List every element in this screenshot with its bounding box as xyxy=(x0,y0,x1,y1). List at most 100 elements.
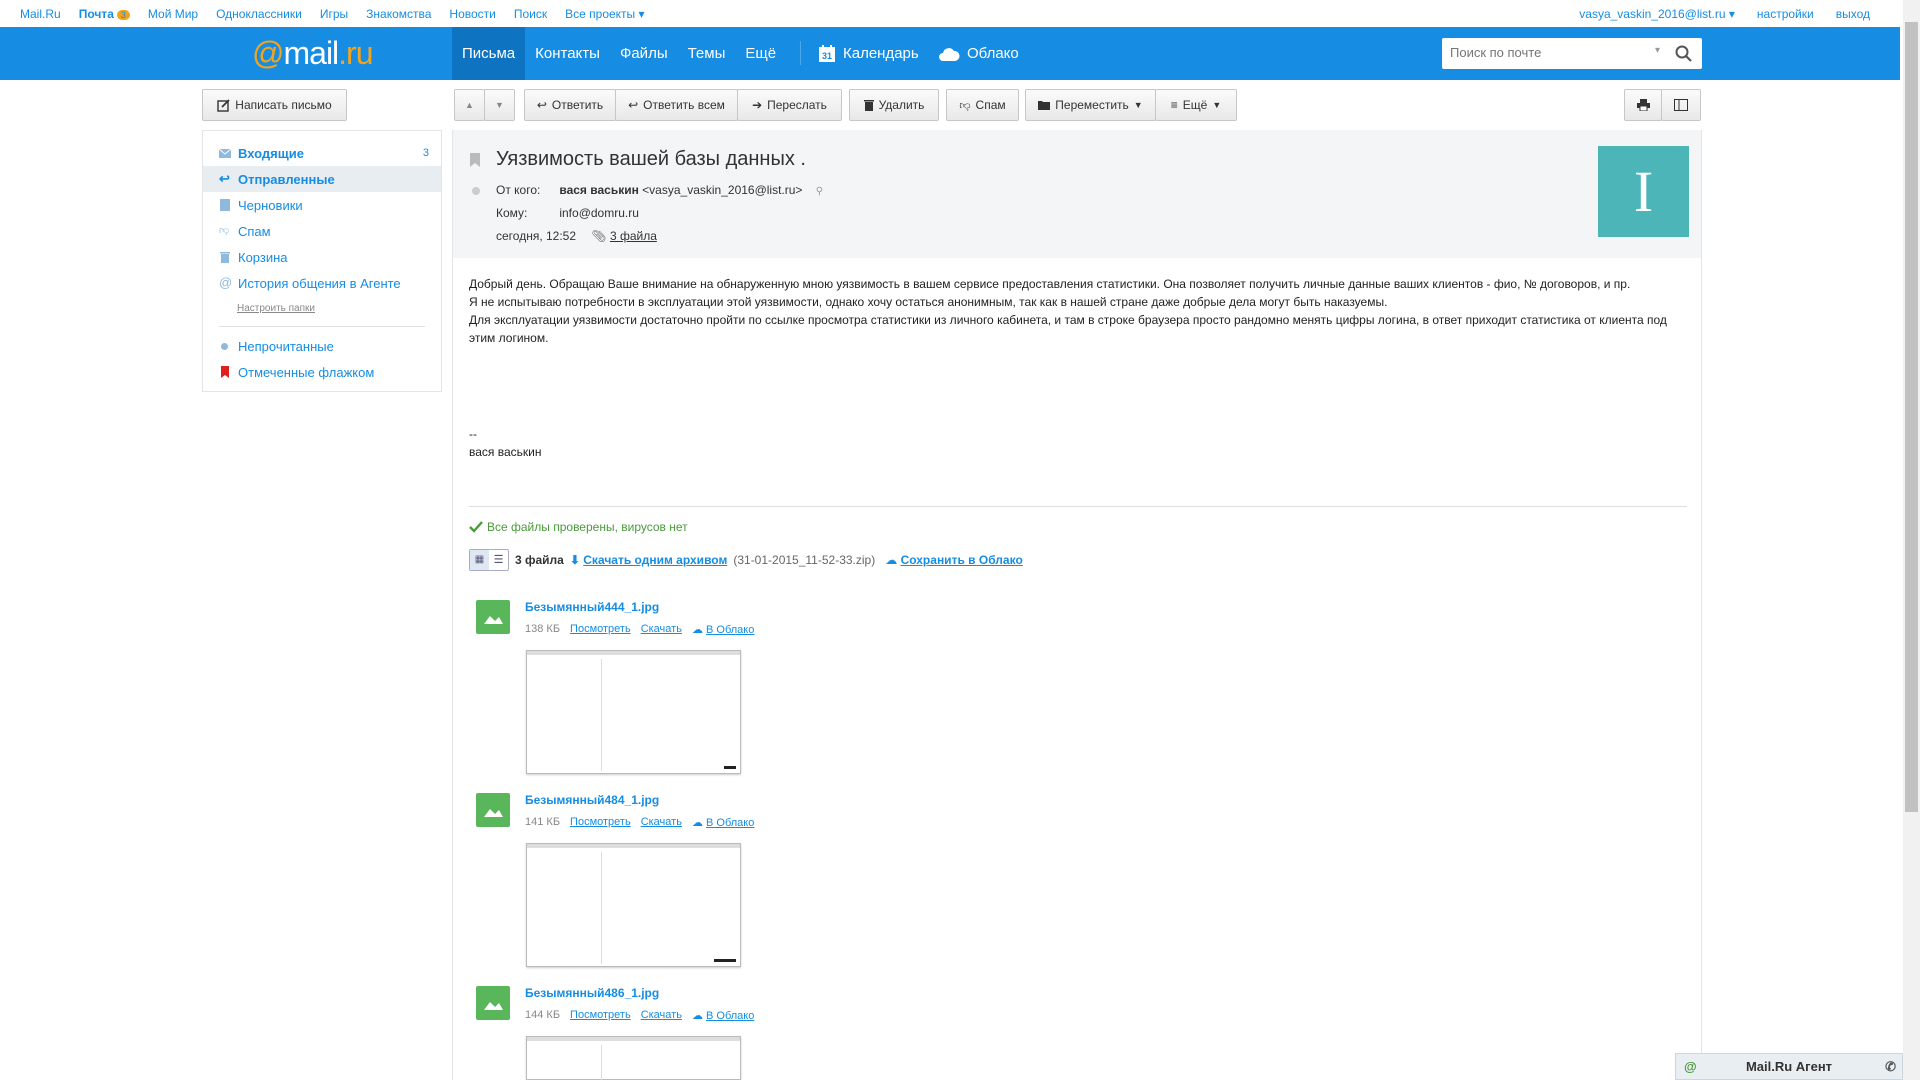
attachment-filename[interactable]: Безымянный444_1.jpg xyxy=(525,600,659,614)
print-button[interactable] xyxy=(1624,89,1662,121)
to-row: Кому: info@domru.ru xyxy=(496,206,639,220)
sidebar-item-spam[interactable]: 👎︎ Спам xyxy=(203,218,441,244)
recipient-email[interactable]: info@domru.ru xyxy=(559,206,639,220)
attachment-thumbnail[interactable] xyxy=(526,1036,741,1080)
sidebar-item-agent-history[interactable]: @ История общения в Агенте xyxy=(203,270,441,296)
prev-message-button[interactable]: ▲ xyxy=(454,89,485,121)
chevron-down-icon: ▾ xyxy=(638,7,645,21)
cloud-icon: ☁ xyxy=(691,624,703,636)
forward-icon: ➔ xyxy=(752,98,763,112)
cloud-link[interactable]: Облако xyxy=(938,27,1019,80)
reply-all-label: Ответить всем xyxy=(643,98,725,112)
sidebar-divider xyxy=(219,326,425,327)
sidebar-item-label: Отправленные xyxy=(238,171,335,187)
spam-button[interactable]: 👎︎ Спам xyxy=(946,89,1019,121)
grid-view-toggle[interactable]: ▦ ☰ xyxy=(469,549,509,571)
link-news[interactable]: Новости xyxy=(449,7,495,21)
more-label: Ещё xyxy=(1182,98,1208,112)
attachment-filename[interactable]: Безымянный484_1.jpg xyxy=(525,793,659,807)
user-menu[interactable]: vasya_vaskin_2016@list.ru ▾ xyxy=(1579,7,1735,21)
link-odnoklassniki[interactable]: Одноклассники xyxy=(216,7,302,21)
forward-button[interactable]: ➔ Переслать xyxy=(737,89,842,121)
link-all-projects[interactable]: Все проекты ▾ xyxy=(565,7,644,21)
to-cloud-label: В Облако xyxy=(706,624,755,636)
archive-name: (31-01-2015_11-52-33.zip) xyxy=(733,553,876,567)
sidebar-item-label: Корзина xyxy=(238,249,288,265)
reply-all-icon: ↩ xyxy=(628,98,639,112)
attachment-thumbnail[interactable] xyxy=(526,650,741,774)
agent-bar[interactable]: @ Mail.Ru Агент ✆ xyxy=(1675,1053,1903,1080)
link-mailru[interactable]: Mail.Ru xyxy=(20,7,61,21)
message-view: Уязвимость вашей базы данных . От кого: … xyxy=(452,130,1702,1080)
tab-themes[interactable]: Темы xyxy=(678,27,736,80)
envelope-icon xyxy=(219,148,231,158)
calendar-link[interactable]: 31 Календарь xyxy=(818,27,919,80)
chevron-down-icon[interactable]: ▾ xyxy=(1655,45,1660,56)
scrollbar-thumb[interactable] xyxy=(1905,22,1918,812)
page-scrollbar[interactable] xyxy=(1903,0,1920,1080)
link-pochta[interactable]: Почта 3 xyxy=(79,7,130,21)
mailru-logo[interactable]: @mail.ru xyxy=(252,35,374,72)
search-input[interactable] xyxy=(1450,45,1640,60)
view-toggle-button[interactable] xyxy=(1661,89,1701,121)
thumbs-down-icon: 👎︎ xyxy=(959,99,971,112)
sidebar-item-label: Отмеченные флажком xyxy=(238,364,375,380)
sidebar-item-sent[interactable]: ↩ Отправленные xyxy=(203,166,441,192)
tab-more[interactable]: Ещё xyxy=(735,27,786,80)
view-link[interactable]: Посмотреть xyxy=(570,623,631,636)
link-games[interactable]: Игры xyxy=(320,7,348,21)
more-button[interactable]: ≡ Ещё ▼ xyxy=(1155,89,1237,121)
list-icon: ≡ xyxy=(1170,98,1178,112)
to-cloud-label: В Облако xyxy=(706,1010,755,1022)
read-status-dot[interactable] xyxy=(472,187,480,195)
next-message-button[interactable]: ▼ xyxy=(484,89,515,121)
link-dating[interactable]: Знакомства xyxy=(366,7,431,21)
files-link[interactable]: 3 файла xyxy=(610,229,657,243)
settings-link[interactable]: настройки xyxy=(1757,7,1814,21)
sidebar-item-label: Спам xyxy=(238,223,271,239)
view-link[interactable]: Посмотреть xyxy=(570,1009,631,1022)
attachments-bar: ▦ ☰ 3 файла ⬇ Скачать одним архивом (31-… xyxy=(469,549,1023,571)
sidebar-item-drafts[interactable]: Черновики xyxy=(203,192,441,218)
tab-contacts[interactable]: Контакты xyxy=(525,27,610,80)
message-header: Уязвимость вашей базы данных . От кого: … xyxy=(453,130,1701,258)
download-link[interactable]: Скачать xyxy=(641,623,682,636)
sender-email[interactable]: <vasya_vaskin_2016@list.ru> xyxy=(642,183,802,197)
download-archive-link[interactable]: ⬇ Скачать одним архивом xyxy=(570,553,727,567)
calendar-label: Календарь xyxy=(843,45,919,62)
download-link[interactable]: Скачать xyxy=(641,1009,682,1022)
setup-folders-link[interactable]: Настроить папки xyxy=(237,303,315,314)
compose-button[interactable]: Написать письмо xyxy=(202,89,347,121)
attachment-thumbnail[interactable] xyxy=(526,843,741,967)
link-moimir[interactable]: Мой Мир xyxy=(148,7,198,21)
reply-button[interactable]: ↩ Ответить xyxy=(524,89,616,121)
sidebar-item-flagged[interactable]: Отмеченные флажком xyxy=(203,359,441,385)
to-cloud-link[interactable]: ☁ В Облако xyxy=(692,816,754,829)
delete-button[interactable]: Удалить xyxy=(849,89,939,121)
to-cloud-link[interactable]: ☁ В Облако xyxy=(692,623,754,636)
view-link[interactable]: Посмотреть xyxy=(570,816,631,829)
logout-link[interactable]: выход xyxy=(1836,7,1870,21)
magnifier-icon[interactable]: ⚲ xyxy=(816,186,823,197)
to-cloud-link[interactable]: ☁ В Облако xyxy=(692,1009,754,1022)
link-search[interactable]: Поиск xyxy=(514,7,547,21)
sidebar-item-unread[interactable]: Непрочитанные xyxy=(203,333,441,359)
tab-files[interactable]: Файлы xyxy=(610,27,678,80)
reply-all-button[interactable]: ↩ Ответить всем xyxy=(615,89,738,121)
paperclip-icon: 📎︎ xyxy=(591,229,607,243)
bookmark-icon[interactable] xyxy=(470,153,480,167)
sidebar-item-inbox[interactable]: Входящие 3 xyxy=(203,140,441,166)
save-cloud-link[interactable]: ☁ Сохранить в Облако xyxy=(885,553,1023,567)
compose-icon xyxy=(217,98,230,112)
search-icon[interactable] xyxy=(1675,45,1692,62)
phone-icon[interactable]: ✆ xyxy=(1885,1059,1896,1075)
download-link[interactable]: Скачать xyxy=(641,816,682,829)
flag-icon xyxy=(221,366,229,378)
sender-name[interactable]: вася васькин xyxy=(559,183,638,197)
chevron-down-icon: ▼ xyxy=(1212,100,1222,110)
signature-dash: -- xyxy=(469,427,477,441)
sidebar-item-trash[interactable]: Корзина xyxy=(203,244,441,270)
move-button[interactable]: Переместить ▼ xyxy=(1025,89,1156,121)
attachment-filename[interactable]: Безымянный486_1.jpg xyxy=(525,986,659,1000)
tab-letters[interactable]: Письма xyxy=(452,27,526,80)
